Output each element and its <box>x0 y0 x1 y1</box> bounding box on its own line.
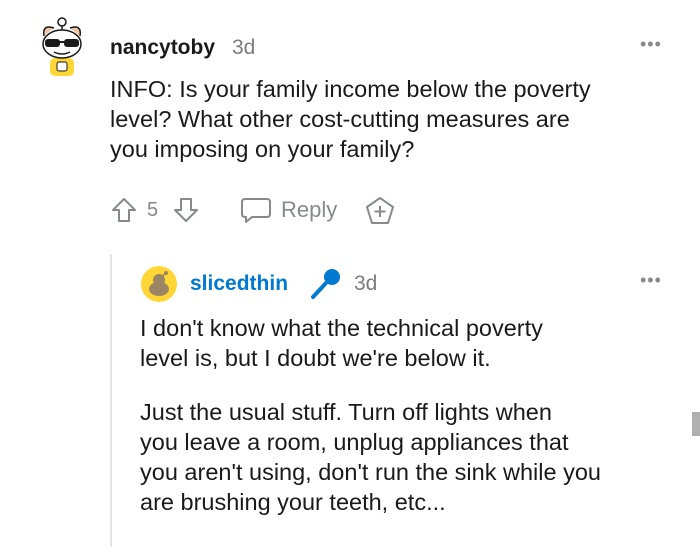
reply-button[interactable]: Reply <box>240 194 350 226</box>
reply-text-line: Just the usual stuff. Turn off lights wh… <box>140 399 552 425</box>
reply-text-line: are brushing your teeth, etc... <box>140 489 446 515</box>
thread-line[interactable] <box>110 254 112 547</box>
reply-label: Reply <box>281 197 338 222</box>
reply-text-line: you aren't using, don't run the sink whi… <box>140 459 601 485</box>
speech-bubble-icon <box>240 196 272 224</box>
comment-text-line: INFO: Is your family income below the po… <box>110 76 591 102</box>
upvote-arrow-icon[interactable] <box>110 196 138 224</box>
comment-username[interactable]: nancytoby <box>110 36 215 60</box>
add-award-icon[interactable] <box>364 196 396 226</box>
reply-timestamp[interactable]: 3d <box>354 272 377 296</box>
more-dots-icon[interactable]: ••• <box>640 270 662 291</box>
reply-text-line: you leave a room, unplug appliances that <box>140 429 569 455</box>
more-dots-icon[interactable]: ••• <box>640 34 662 55</box>
comment-text-line: level? What other cost-cutting measures … <box>110 106 570 132</box>
microphone-icon <box>307 266 343 302</box>
reply-text-line: I don't know what the technical poverty <box>140 315 543 341</box>
comment-body: INFO: Is your family income below the po… <box>110 74 680 164</box>
reply-body-paragraph-2: Just the usual stuff. Turn off lights wh… <box>140 397 695 517</box>
comment-timestamp[interactable]: 3d <box>232 36 255 60</box>
vote-score: 5 <box>147 199 159 221</box>
comment-text-line: you imposing on your family? <box>110 136 415 162</box>
scrollbar-thumb[interactable] <box>692 412 700 436</box>
reply-username[interactable]: slicedthin <box>190 272 288 296</box>
downvote-arrow-icon[interactable] <box>172 196 200 224</box>
reply-body-paragraph-1: I don't know what the technical poverty … <box>140 313 690 373</box>
comment-avatar[interactable] <box>36 16 88 78</box>
reply-text-line: level is, but I doubt we're below it. <box>140 345 491 371</box>
reply-avatar[interactable] <box>140 265 178 303</box>
